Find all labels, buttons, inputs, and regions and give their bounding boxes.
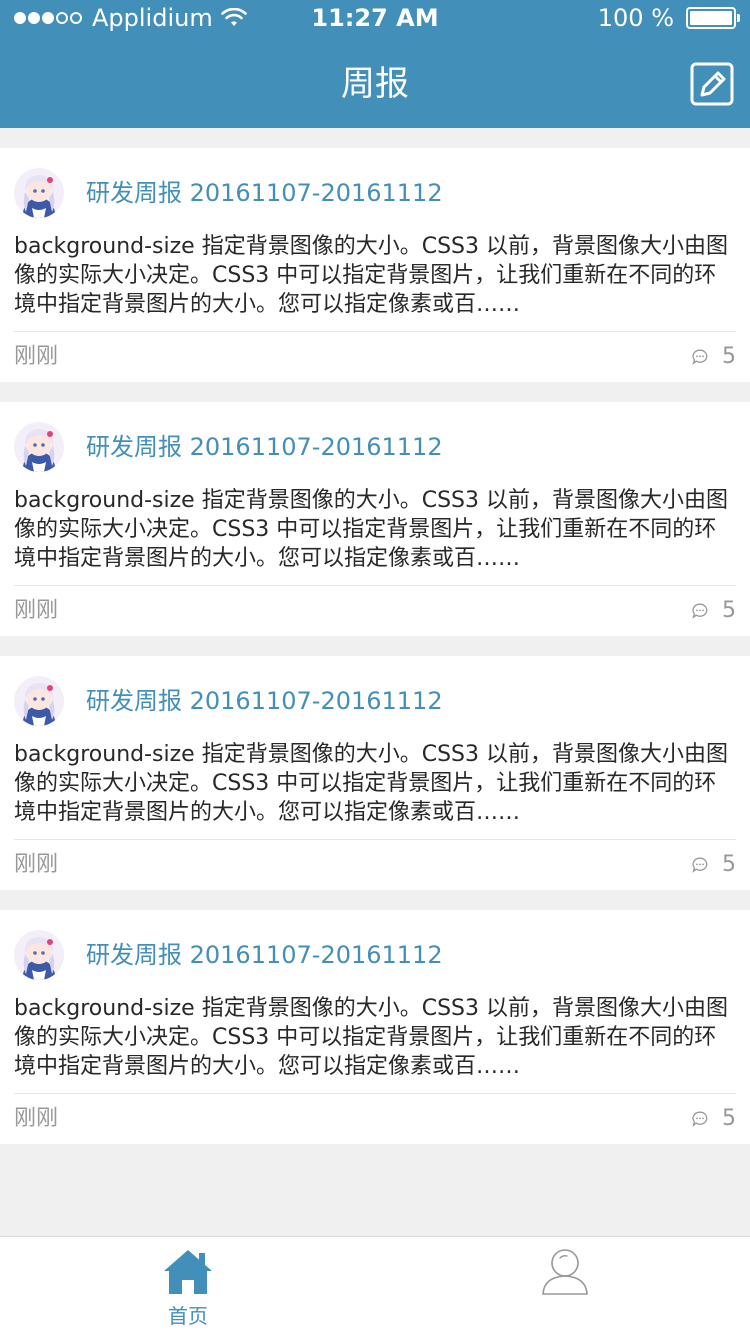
avatar bbox=[14, 930, 64, 980]
divider bbox=[14, 331, 736, 332]
battery-icon bbox=[686, 7, 740, 29]
report-title[interactable]: 研发周报 20161107-20161112 bbox=[86, 939, 443, 971]
tab-home-label: 首页 bbox=[168, 1304, 208, 1328]
report-summary: background-size 指定背景图像的大小。CSS3 以前，背景图像大小… bbox=[14, 488, 728, 571]
avatar bbox=[14, 676, 64, 726]
report-card[interactable]: 研发周报 20161107-20161112 background-size 指… bbox=[0, 656, 750, 890]
home-icon bbox=[164, 1250, 212, 1294]
report-card[interactable]: 研发周报 20161107-20161112 background-size 指… bbox=[0, 148, 750, 382]
weekly-report-list: 研发周报 20161107-20161112 background-size 指… bbox=[0, 148, 750, 1164]
tab-profile[interactable] bbox=[505, 1247, 625, 1303]
comment-count[interactable]: 5 bbox=[692, 1104, 736, 1134]
divider bbox=[14, 585, 736, 586]
divider bbox=[14, 839, 736, 840]
app-header: Applidium 11:27 AM 100 % 周报 bbox=[0, 0, 750, 128]
report-time: 刚刚 bbox=[14, 598, 59, 623]
report-card[interactable]: 研发周报 20161107-20161112 background-size 指… bbox=[0, 402, 750, 636]
edit-button[interactable] bbox=[690, 62, 734, 106]
tab-bar: 首页 bbox=[0, 1236, 750, 1334]
comment-count-value: 5 bbox=[722, 852, 736, 877]
report-title[interactable]: 研发周报 20161107-20161112 bbox=[86, 177, 443, 209]
user-icon bbox=[542, 1249, 588, 1295]
comment-count-value: 5 bbox=[722, 598, 736, 623]
report-summary: background-size 指定背景图像的大小。CSS3 以前，背景图像大小… bbox=[14, 996, 728, 1079]
edit-icon bbox=[690, 62, 734, 106]
battery-percent: 100 % bbox=[597, 4, 674, 32]
comment-count-value: 5 bbox=[722, 1106, 736, 1131]
avatar bbox=[14, 168, 64, 218]
comment-count[interactable]: 5 bbox=[692, 850, 736, 880]
report-time: 刚刚 bbox=[14, 852, 59, 877]
comment-icon bbox=[692, 1111, 708, 1127]
report-summary: background-size 指定背景图像的大小。CSS3 以前，背景图像大小… bbox=[14, 234, 728, 317]
comment-count[interactable]: 5 bbox=[692, 342, 736, 372]
comment-icon bbox=[692, 603, 708, 619]
report-summary: background-size 指定背景图像的大小。CSS3 以前，背景图像大小… bbox=[14, 742, 728, 825]
comment-icon bbox=[692, 857, 708, 873]
comment-count[interactable]: 5 bbox=[692, 596, 736, 626]
status-bar: Applidium 11:27 AM 100 % bbox=[0, 0, 750, 38]
report-title[interactable]: 研发周报 20161107-20161112 bbox=[86, 685, 443, 717]
status-right: 100 % bbox=[597, 4, 740, 32]
tab-home[interactable]: 首页 bbox=[128, 1247, 248, 1329]
report-card[interactable]: 研发周报 20161107-20161112 background-size 指… bbox=[0, 910, 750, 1144]
report-title[interactable]: 研发周报 20161107-20161112 bbox=[86, 431, 443, 463]
report-time: 刚刚 bbox=[14, 344, 59, 369]
avatar bbox=[14, 422, 64, 472]
report-time: 刚刚 bbox=[14, 1106, 59, 1131]
comment-count-value: 5 bbox=[722, 344, 736, 369]
page-title: 周报 bbox=[341, 64, 409, 104]
divider bbox=[14, 1093, 736, 1094]
comment-icon bbox=[692, 349, 708, 365]
